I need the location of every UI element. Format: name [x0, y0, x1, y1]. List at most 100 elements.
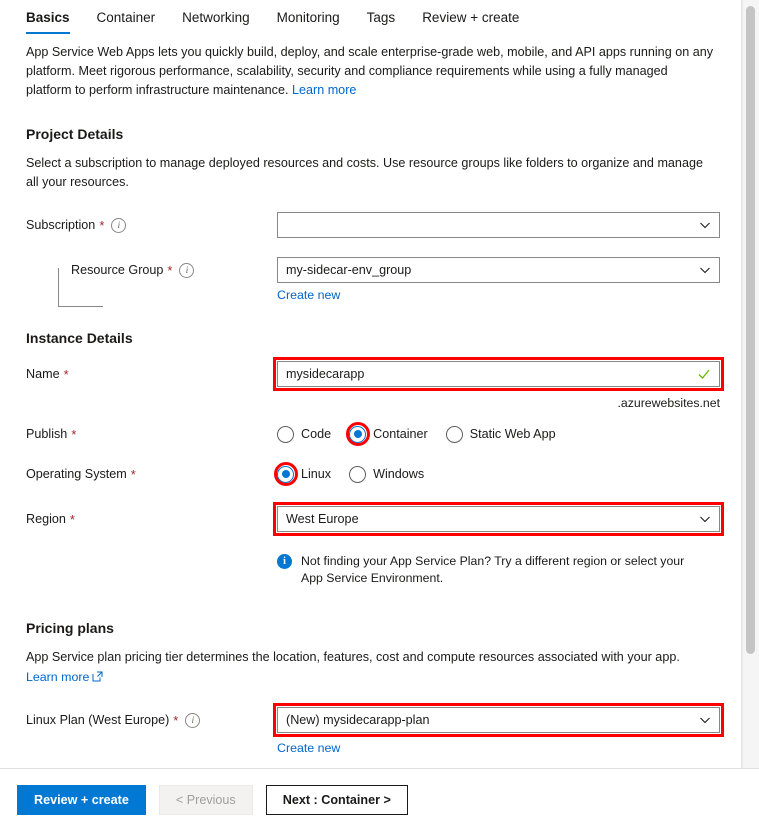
publish-radio-group: Code Container Static Web App — [277, 422, 556, 446]
linux-plan-field-annotation: (New) mysidecarapp-plan — [273, 703, 724, 737]
name-input[interactable]: mysidecarapp — [277, 361, 720, 387]
radio-publish-container[interactable]: Container — [345, 422, 428, 446]
radio-circle-icon — [349, 465, 367, 483]
linux-plan-value: (New) mysidecarapp-plan — [286, 713, 430, 727]
radio-circle-icon — [349, 425, 367, 443]
region-field-annotation: West Europe — [273, 502, 724, 536]
region-row: Region * West Europe — [26, 502, 742, 536]
wizard-footer: Review + create < Previous Next : Contai… — [0, 768, 759, 831]
name-label-text: Name — [26, 367, 60, 381]
pricing-plans-description: App Service plan pricing tier determines… — [26, 650, 680, 664]
tab-networking[interactable]: Networking — [182, 10, 250, 34]
radio-linux-annotation — [273, 462, 298, 486]
previous-button: < Previous — [158, 785, 253, 815]
resource-group-label: Resource Group * i — [26, 262, 277, 278]
intro-paragraph: App Service Web Apps lets you quickly bu… — [26, 43, 716, 100]
radio-os-windows-label: Windows — [373, 467, 425, 481]
tab-container[interactable]: Container — [97, 10, 156, 34]
tab-basics-label: Basics — [26, 10, 70, 25]
resource-group-create-new-link[interactable]: Create new — [277, 288, 340, 302]
linux-plan-label-text: Linux Plan (West Europe) — [26, 713, 170, 727]
info-icon[interactable]: i — [111, 217, 127, 233]
info-icon[interactable]: i — [185, 712, 201, 728]
operating-system-label-text: Operating System — [26, 467, 127, 481]
radio-os-linux[interactable]: Linux — [273, 462, 332, 486]
publish-row: Publish * Code Container Static Web App — [26, 422, 742, 446]
required-asterisk: * — [69, 511, 75, 527]
pricing-plans-learn-more-label: Learn more — [26, 670, 90, 684]
info-filled-icon: i — [277, 554, 292, 569]
resource-group-label-text: Resource Group — [71, 263, 164, 277]
checkmark-icon — [697, 367, 711, 381]
tab-tags[interactable]: Tags — [367, 10, 396, 34]
tab-container-label: Container — [96, 10, 156, 25]
region-select[interactable]: West Europe — [277, 506, 720, 532]
radio-os-linux-label: Linux — [301, 467, 332, 481]
required-asterisk: * — [130, 466, 136, 482]
operating-system-label: Operating System * — [26, 467, 277, 481]
radio-circle-icon — [445, 425, 463, 443]
external-link-icon — [92, 671, 103, 682]
instance-details-heading: Instance Details — [26, 330, 133, 346]
radio-circle-icon — [277, 465, 294, 483]
publish-label-text: Publish — [26, 427, 68, 441]
radio-publish-code[interactable]: Code — [277, 425, 331, 443]
info-icon[interactable]: i — [179, 262, 195, 278]
pricing-plans-heading: Pricing plans — [26, 620, 114, 636]
region-label-text: Region — [26, 512, 66, 526]
name-value: mysidecarapp — [286, 367, 365, 381]
required-asterisk: * — [99, 217, 105, 233]
radio-container-annotation — [345, 422, 370, 446]
vertical-scrollbar[interactable] — [742, 0, 759, 831]
scrollbar-thumb[interactable] — [746, 6, 755, 654]
operating-system-row: Operating System * Linux Windows — [26, 462, 742, 486]
chevron-down-icon — [699, 513, 711, 525]
wizard-tabs: Basics Container Networking Monitoring T… — [0, 0, 742, 34]
name-field-annotation: mysidecarapp — [273, 357, 724, 391]
project-details-description: Select a subscription to manage deployed… — [26, 156, 703, 189]
tab-networking-label: Networking — [182, 10, 250, 25]
subscription-row: Subscription * i — [26, 212, 742, 238]
linux-plan-label: Linux Plan (West Europe) * i — [26, 712, 277, 728]
name-label: Name * — [26, 367, 277, 381]
tab-review-create[interactable]: Review + create — [422, 10, 519, 34]
tab-basics[interactable]: Basics — [26, 10, 70, 34]
subscription-label: Subscription * i — [26, 217, 277, 233]
region-label: Region * — [26, 512, 277, 526]
tab-review-create-label: Review + create — [422, 10, 520, 25]
linux-plan-select[interactable]: (New) mysidecarapp-plan — [277, 707, 720, 733]
chevron-down-icon — [699, 714, 711, 726]
next-container-button[interactable]: Next : Container > — [265, 785, 408, 815]
chevron-down-icon — [699, 219, 711, 231]
tab-tags-label: Tags — [366, 10, 396, 25]
name-domain-suffix: .azurewebsites.net — [617, 396, 720, 410]
pricing-plans-learn-more-link[interactable]: Learn more — [26, 670, 103, 684]
resource-group-value: my-sidecar-env_group — [286, 263, 412, 277]
intro-learn-more-link[interactable]: Learn more — [292, 83, 356, 97]
radio-circle-icon — [277, 425, 294, 443]
required-asterisk: * — [173, 712, 179, 728]
linux-plan-create-new-link[interactable]: Create new — [277, 741, 340, 755]
subscription-label-text: Subscription — [26, 218, 96, 232]
name-row: Name * mysidecarapp — [26, 357, 742, 391]
required-asterisk: * — [167, 262, 173, 278]
region-value: West Europe — [286, 512, 359, 526]
region-info-note-text: Not finding your App Service Plan? Try a… — [301, 554, 685, 585]
review-create-button[interactable]: Review + create — [17, 785, 146, 815]
region-info-note: i Not finding your App Service Plan? Try… — [277, 553, 707, 587]
tab-monitoring[interactable]: Monitoring — [277, 10, 340, 34]
radio-os-windows[interactable]: Windows — [349, 465, 425, 483]
intro-text: App Service Web Apps lets you quickly bu… — [26, 45, 714, 97]
tab-monitoring-label: Monitoring — [276, 10, 340, 25]
form-scroll-pane[interactable]: Basics Container Networking Monitoring T… — [0, 0, 742, 768]
subscription-select[interactable] — [277, 212, 720, 238]
radio-publish-container-label: Container — [373, 427, 428, 441]
project-details-heading: Project Details — [26, 126, 124, 142]
resource-group-select[interactable]: my-sidecar-env_group — [277, 257, 720, 283]
radio-publish-static-web-app[interactable]: Static Web App — [445, 425, 556, 443]
required-asterisk: * — [71, 426, 77, 442]
operating-system-radio-group: Linux Windows — [273, 462, 425, 486]
resource-group-row: Resource Group * i my-sidecar-env_group — [26, 257, 742, 307]
radio-publish-static-web-app-label: Static Web App — [469, 427, 556, 441]
required-asterisk: * — [63, 366, 69, 382]
